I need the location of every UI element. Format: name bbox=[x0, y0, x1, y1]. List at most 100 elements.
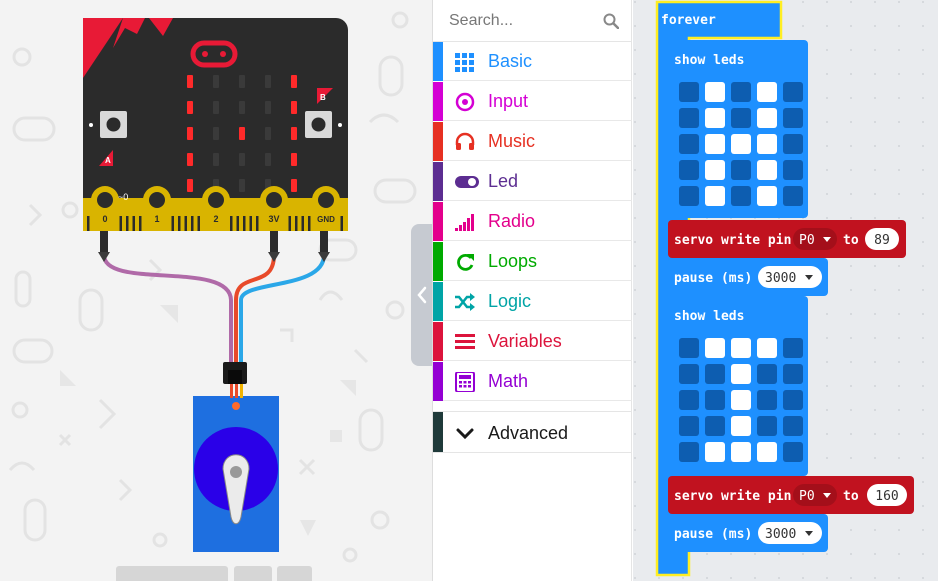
button-b[interactable] bbox=[305, 111, 332, 138]
led-cell[interactable] bbox=[757, 416, 777, 436]
shuffle-icon bbox=[455, 293, 475, 311]
angle-input[interactable]: 160 bbox=[867, 484, 907, 506]
search-icon[interactable] bbox=[603, 13, 619, 29]
blocks-workspace[interactable]: forever show leds servo write pin P0 to bbox=[633, 0, 938, 581]
category-variables[interactable]: Variables bbox=[433, 322, 632, 361]
sim-button-stop[interactable] bbox=[116, 566, 228, 581]
led-cell[interactable] bbox=[783, 390, 803, 410]
led-cell[interactable] bbox=[679, 160, 699, 180]
category-color-bar bbox=[433, 42, 443, 81]
show-leds-label: show leds bbox=[674, 53, 744, 68]
led-cell[interactable] bbox=[705, 390, 725, 410]
led-cell[interactable] bbox=[705, 108, 725, 128]
led bbox=[239, 153, 245, 166]
category-music[interactable]: Music bbox=[433, 122, 632, 161]
led-cell[interactable] bbox=[783, 82, 803, 102]
servo-write-block[interactable]: servo write pin P0 to 160 bbox=[668, 476, 914, 514]
show-leds-block[interactable]: show leds bbox=[668, 40, 808, 218]
angle-input[interactable]: 89 bbox=[865, 228, 899, 250]
led-cell[interactable] bbox=[783, 442, 803, 462]
category-input[interactable]: Input bbox=[433, 82, 632, 121]
led-cell[interactable] bbox=[705, 186, 725, 206]
led-cell[interactable] bbox=[731, 442, 751, 462]
category-math[interactable]: Math bbox=[433, 362, 632, 401]
led-cell[interactable] bbox=[679, 134, 699, 154]
category-color-bar bbox=[433, 162, 443, 201]
led-cell[interactable] bbox=[679, 442, 699, 462]
collapse-simulator-button[interactable] bbox=[411, 224, 432, 366]
led-cell[interactable] bbox=[731, 364, 751, 384]
pause-block[interactable]: pause (ms) 3000 bbox=[668, 258, 828, 296]
led-cell[interactable] bbox=[757, 108, 777, 128]
category-basic[interactable]: Basic bbox=[433, 42, 632, 81]
led-cell[interactable] bbox=[731, 134, 751, 154]
led-cell[interactable] bbox=[783, 338, 803, 358]
category-led[interactable]: Led bbox=[433, 162, 632, 201]
category-logic[interactable]: Logic bbox=[433, 282, 632, 321]
led-cell[interactable] bbox=[731, 338, 751, 358]
pause-label: pause (ms) bbox=[674, 271, 752, 286]
led-cell[interactable] bbox=[705, 134, 725, 154]
led-cell[interactable] bbox=[731, 416, 751, 436]
led-cell[interactable] bbox=[757, 442, 777, 462]
led-cell[interactable] bbox=[783, 134, 803, 154]
led-cell[interactable] bbox=[705, 416, 725, 436]
led-cell[interactable] bbox=[783, 108, 803, 128]
category-advanced[interactable]: Advanced bbox=[433, 411, 632, 453]
pin-dropdown-value: P0 bbox=[799, 233, 815, 248]
led-cell[interactable] bbox=[679, 364, 699, 384]
led-cell[interactable] bbox=[705, 82, 725, 102]
led-cell[interactable] bbox=[757, 82, 777, 102]
led-cell[interactable] bbox=[679, 338, 699, 358]
show-leds-label: show leds bbox=[674, 309, 744, 324]
led-cell[interactable] bbox=[731, 82, 751, 102]
category-label: Basic bbox=[488, 51, 533, 71]
sim-button-restart[interactable] bbox=[234, 566, 272, 581]
button-a[interactable] bbox=[100, 111, 127, 138]
led-cell[interactable] bbox=[731, 108, 751, 128]
led-cell[interactable] bbox=[679, 186, 699, 206]
toggle-icon bbox=[455, 176, 479, 188]
led-editor-grid[interactable] bbox=[679, 82, 803, 206]
servo-motor[interactable] bbox=[193, 362, 279, 552]
led-cell[interactable] bbox=[757, 134, 777, 154]
pause-value-dropdown[interactable]: 3000 bbox=[758, 266, 822, 288]
category-loops[interactable]: Loops bbox=[433, 242, 632, 281]
led-cell[interactable] bbox=[783, 186, 803, 206]
led-editor-grid[interactable] bbox=[679, 338, 803, 462]
sim-button-debug[interactable] bbox=[277, 566, 312, 581]
led-cell[interactable] bbox=[731, 160, 751, 180]
led-cell[interactable] bbox=[705, 338, 725, 358]
pin-dropdown[interactable]: P0 bbox=[793, 484, 837, 506]
led-cell[interactable] bbox=[705, 364, 725, 384]
led-cell[interactable] bbox=[679, 416, 699, 436]
led-cell[interactable] bbox=[783, 364, 803, 384]
pause-value-dropdown[interactable]: 3000 bbox=[758, 522, 822, 544]
led-cell[interactable] bbox=[731, 186, 751, 206]
led-cell[interactable] bbox=[705, 442, 725, 462]
led-cell[interactable] bbox=[679, 82, 699, 102]
servo-write-block[interactable]: servo write pin P0 to 89 bbox=[668, 220, 906, 258]
led bbox=[187, 127, 193, 140]
led-cell[interactable] bbox=[757, 160, 777, 180]
led bbox=[239, 179, 245, 192]
pause-block[interactable]: pause (ms) 3000 bbox=[668, 514, 828, 552]
led-cell[interactable] bbox=[757, 364, 777, 384]
led-cell[interactable] bbox=[731, 390, 751, 410]
led-cell[interactable] bbox=[783, 160, 803, 180]
led-cell[interactable] bbox=[757, 390, 777, 410]
led-cell[interactable] bbox=[757, 186, 777, 206]
search-box bbox=[433, 0, 632, 42]
category-label: Input bbox=[488, 91, 529, 111]
led-cell[interactable] bbox=[679, 390, 699, 410]
led-cell[interactable] bbox=[757, 338, 777, 358]
led-cell[interactable] bbox=[783, 416, 803, 436]
led-cell[interactable] bbox=[705, 160, 725, 180]
led-cell[interactable] bbox=[679, 108, 699, 128]
show-leds-block[interactable]: show leds bbox=[668, 296, 808, 476]
pin-dropdown[interactable]: P0 bbox=[793, 228, 837, 250]
servo-write-label: servo write pin bbox=[674, 489, 791, 504]
category-radio[interactable]: Radio bbox=[433, 202, 632, 241]
microbit-board[interactable]: A B ~0 0 1 2 3V GND bbox=[83, 18, 348, 231]
chevron-left-icon bbox=[417, 286, 427, 304]
